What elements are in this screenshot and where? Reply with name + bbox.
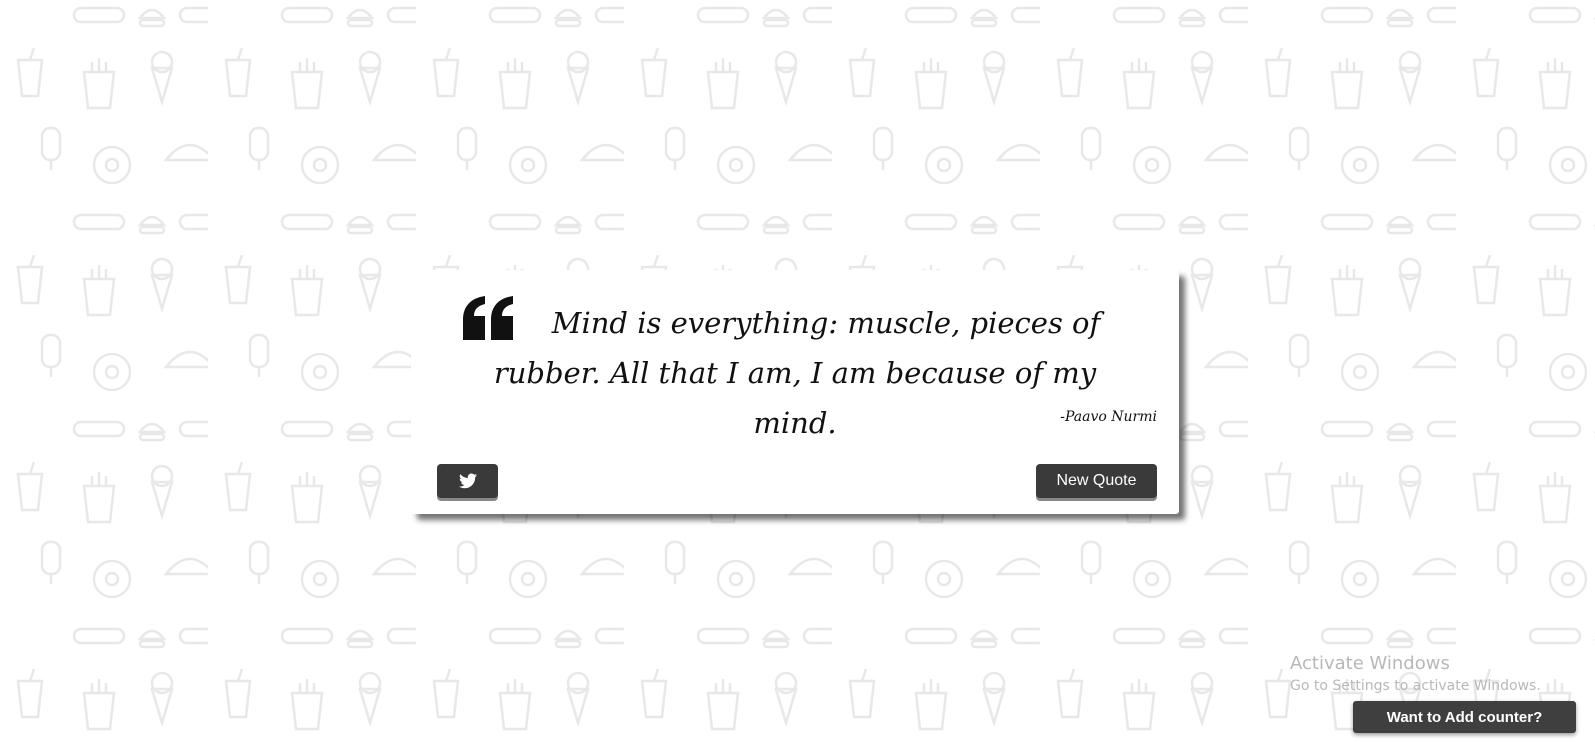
activate-windows-subtitle: Go to Settings to activate Windows.: [1290, 678, 1541, 694]
activate-windows-watermark: Activate Windows Go to Settings to activ…: [1290, 652, 1541, 696]
quote-author: -Paavo Nurmi: [1060, 409, 1157, 425]
new-quote-button[interactable]: New Quote: [1036, 464, 1157, 498]
quote-text: Mind is everything: muscle, pieces of ru…: [493, 306, 1101, 440]
activate-windows-title: Activate Windows: [1290, 653, 1450, 674]
add-counter-button[interactable]: Want to Add counter?: [1353, 701, 1576, 733]
tweet-button[interactable]: [437, 464, 498, 498]
quote-card: Mind is everything: muscle, pieces of ru…: [411, 270, 1179, 514]
twitter-icon: [458, 473, 477, 489]
